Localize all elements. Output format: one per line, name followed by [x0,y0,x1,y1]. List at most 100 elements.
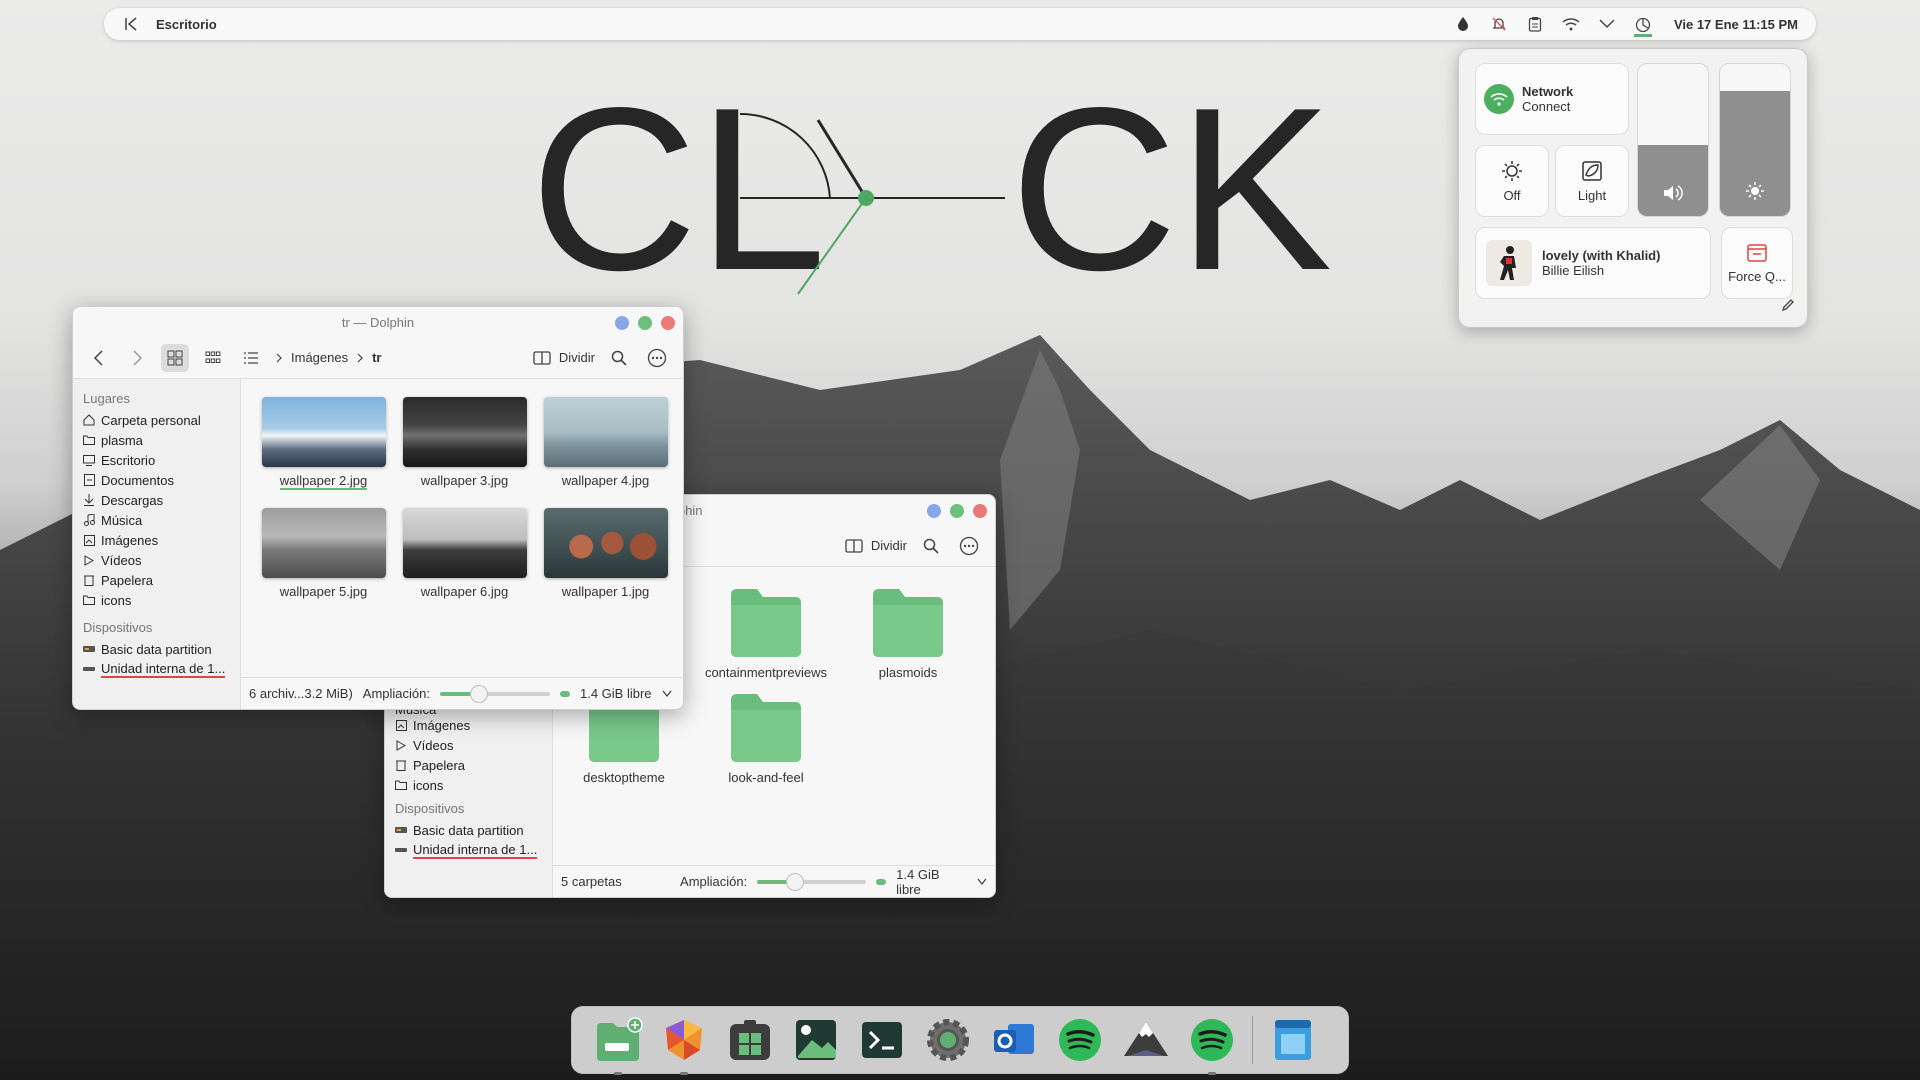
sidebar-item-videos[interactable]: Vídeos [83,550,230,570]
compact-view-button[interactable] [199,344,227,372]
sidebar-item-icons[interactable]: icons [395,775,542,795]
thumbnail-misty-hills [543,397,668,467]
sidebar-item-trash[interactable]: Papelera [83,570,230,590]
mountain-app-icon[interactable] [1120,1014,1172,1066]
drop-icon[interactable] [1454,15,1472,33]
firefox-icon[interactable] [658,1014,710,1075]
folder-item[interactable]: plasmoids [837,585,979,680]
thumbnail-dark-peak [402,397,527,467]
free-space-label[interactable]: 1.4 GiB libre [896,867,967,897]
sidebar-item-home[interactable]: Carpeta personal [83,410,230,430]
image-viewer-icon[interactable] [790,1014,842,1066]
file-item[interactable]: wallpaper 5.jpg [253,508,394,599]
folder-item[interactable]: look-and-feel [695,690,837,785]
zoom-knob[interactable] [786,872,805,891]
spotify-icon[interactable] [1186,1014,1238,1075]
force-quit-tile[interactable]: Force Q... [1721,227,1793,299]
media-player-tile[interactable]: lovely (with Khalid) Billie Eilish [1475,227,1711,299]
breadcrumb-item[interactable]: Imágenes [291,350,348,365]
sidebar-item-downloads[interactable]: Descargas [83,490,230,510]
details-view-button[interactable] [237,344,265,372]
sidebar-item-videos[interactable]: Vídeos [395,735,542,755]
terminal-icon[interactable] [856,1014,908,1066]
zoom-knob[interactable] [469,684,488,703]
network-tile[interactable]: Network Connect [1475,63,1629,135]
sidebar-item-icons[interactable]: icons [83,590,230,610]
search-icon [611,350,627,366]
split-view-icon [845,538,863,553]
minimize-button[interactable] [615,316,629,330]
file-item[interactable]: wallpaper 2.jpg [253,397,394,490]
brightness-slider[interactable] [1719,63,1791,217]
status-bar: 6 archiv...3.2 MiB) Ampliación: 1.4 GiB … [241,677,683,709]
volume-slider[interactable] [1637,63,1709,217]
back-button[interactable] [85,344,113,372]
folder-icon [83,594,95,606]
window-titlebar[interactable]: tr — Dolphin [73,307,683,337]
maximize-button[interactable] [638,316,652,330]
chevron-down-icon[interactable] [1598,15,1616,33]
sidebar-item-trash[interactable]: Papelera [395,755,542,775]
file-item[interactable]: wallpaper 6.jpg [394,508,535,599]
volume-icon [1664,185,1683,201]
menu-button[interactable] [955,532,983,560]
sidebar-item-images[interactable]: Imágenes [395,715,542,735]
notifications-off-icon[interactable] [1490,15,1508,33]
system-tray: Vie 17 Ene 11:15 PM [1454,11,1798,37]
night-light-toggle[interactable]: Off [1475,145,1549,217]
toolbar: Imágenes tr Dividir [73,337,683,379]
menu-button[interactable] [643,344,671,372]
sidebar-device-internal[interactable]: Unidad interna de 1... [83,659,230,679]
edit-pencil-icon[interactable] [1781,298,1795,317]
image-icon [83,534,95,546]
file-item[interactable]: wallpaper 1.jpg [535,508,676,599]
sidebar-item-music[interactable]: Música [83,510,230,530]
app-grid-icon[interactable] [724,1014,776,1066]
sidebar-device-partition[interactable]: Basic data partition [395,820,542,840]
chevron-down-icon[interactable] [662,690,672,698]
chevron-down-icon[interactable] [977,878,987,886]
panel-title: Escritorio [156,16,217,32]
thumbnail-snowy-peak [261,397,386,467]
back-icon[interactable] [122,14,142,34]
icons-view-button[interactable] [161,343,189,372]
settings-icon[interactable] [922,1014,974,1066]
dolphin-window-front: tr — Dolphin Imágenes tr Dividir Lugares… [72,306,684,710]
close-button[interactable] [973,504,987,518]
close-button[interactable] [661,316,675,330]
file-item[interactable]: wallpaper 4.jpg [535,397,676,490]
spotify-icon[interactable] [1054,1014,1106,1066]
file-item[interactable]: wallpaper 3.jpg [394,397,535,490]
split-label: Dividir [870,538,907,553]
sidebar-item-plasma[interactable]: plasma [83,430,230,450]
folder-item[interactable]: containmentpreviews [695,585,837,680]
chevron-right-icon [276,353,282,362]
free-space-label[interactable]: 1.4 GiB libre [580,686,652,701]
zoom-slider[interactable] [440,684,550,703]
forward-button[interactable] [123,344,151,372]
clipboard-icon[interactable] [1526,15,1544,33]
breadcrumb-current[interactable]: tr [372,350,381,365]
sidebar-device-internal[interactable]: Unidad interna de 1... [395,840,542,860]
thumbnail-bw-ridge [402,508,527,578]
zoom-slider[interactable] [757,872,867,891]
minimize-button[interactable] [927,504,941,518]
sidebar-item-documents[interactable]: Documentos [83,470,230,490]
panel-clock[interactable]: Vie 17 Ene 11:15 PM [1674,17,1798,32]
search-button[interactable] [917,532,945,560]
split-button[interactable]: Dividir [533,350,595,366]
control-center-icon[interactable] [1633,11,1652,37]
theme-toggle[interactable]: Light [1555,145,1629,217]
sidebar-item-desktop[interactable]: Escritorio [83,450,230,470]
sidebar-device-partition[interactable]: Basic data partition [83,639,230,659]
sidebar-item-images[interactable]: Imágenes [83,530,230,550]
wifi-icon[interactable] [1562,15,1580,33]
split-button[interactable]: Dividir [845,538,907,554]
file-manager-icon[interactable] [592,1014,644,1075]
maximize-button[interactable] [950,504,964,518]
download-icon [83,494,95,506]
volume-fill [1638,144,1708,216]
outlook-icon[interactable] [988,1014,1040,1066]
window-manager-icon[interactable] [1267,1014,1319,1066]
search-button[interactable] [605,344,633,372]
